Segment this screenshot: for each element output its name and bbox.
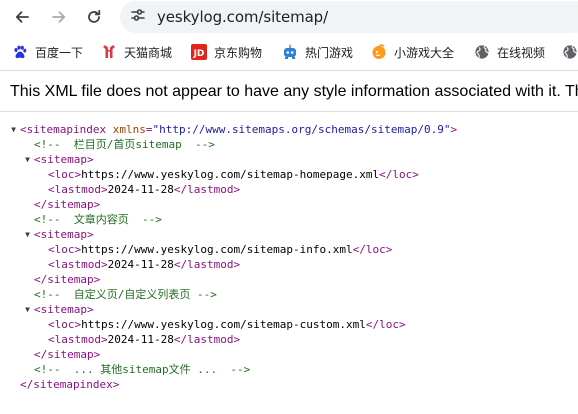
- bookmark-hot-games[interactable]: 热门游戏: [282, 41, 353, 63]
- forward-button[interactable]: [47, 5, 71, 29]
- bookmark-mini-games[interactable]: 小游戏大全: [371, 41, 454, 63]
- xml-comment: <!-- 栏目页/首页sitemap -->: [34, 138, 215, 151]
- site-info-button[interactable]: [128, 7, 148, 27]
- bookmark-label: 百度一下: [35, 45, 84, 60]
- collapse-toggle-sitemap[interactable]: ▼: [23, 227, 32, 242]
- xml-loc-line: <loc>https://www.yeskylog.com/sitemap-in…: [48, 243, 393, 256]
- collapse-toggle-sitemap[interactable]: ▼: [23, 152, 32, 167]
- xml-loc-line: <loc>https://www.yeskylog.com/sitemap-cu…: [48, 318, 406, 331]
- globe-icon: [474, 44, 490, 60]
- svg-text:JD: JD: [193, 49, 205, 59]
- bookmark-tmall[interactable]: 天猫商城: [101, 41, 172, 63]
- tune-icon: [130, 7, 146, 27]
- url-path: /sitemap/: [258, 8, 329, 26]
- jd-icon: JD: [191, 44, 207, 60]
- bookmark-jd[interactable]: JD 京东购物: [191, 41, 262, 63]
- bookmark-label: 热门游戏: [305, 45, 354, 60]
- bookmark-label: 在线视频: [497, 45, 546, 60]
- globe-icon: [562, 44, 578, 60]
- xml-loc-line: <loc>https://www.yeskylog.com/sitemap-ho…: [48, 168, 419, 181]
- browser-toolbar: yeskylog.com/sitemap/: [0, 0, 578, 34]
- reload-button[interactable]: [82, 5, 106, 29]
- game-robot-icon: [282, 44, 298, 60]
- back-arrow-icon: [14, 9, 30, 25]
- xml-style-notice: This XML file does not appear to have an…: [0, 71, 578, 112]
- xml-comment: <!-- ... 其他sitemap文件 ... -->: [34, 363, 251, 376]
- xml-sitemap-open: <sitemap>: [34, 228, 94, 241]
- url-text[interactable]: yeskylog.com/sitemap/: [157, 7, 328, 27]
- collapse-toggle-sitemap[interactable]: ▼: [23, 302, 32, 317]
- xml-sitemap-open: <sitemap>: [34, 153, 94, 166]
- collapse-toggle-sitemapindex[interactable]: ▼: [9, 122, 18, 137]
- xml-lastmod-line: <lastmod>2024-11-28</lastmod>: [48, 333, 241, 346]
- xml-lastmod-line: <lastmod>2024-11-28</lastmod>: [48, 258, 241, 271]
- xml-sitemap-close: </sitemap>: [34, 348, 101, 361]
- bookmark-online-video[interactable]: 在线视频: [474, 41, 545, 63]
- forward-arrow-icon: [51, 9, 67, 25]
- bookmark-label: 天猫商城: [124, 45, 173, 60]
- xml-root-open-line: <sitemapindex xmlns="http://www.sitemaps…: [20, 123, 458, 136]
- mini-game-icon: [371, 44, 387, 60]
- tmall-icon: [101, 44, 117, 60]
- baidu-paw-icon: [12, 44, 28, 60]
- xml-sitemap-close: </sitemap>: [34, 198, 101, 211]
- xml-comment: <!-- 文章内容页 -->: [34, 213, 162, 226]
- xml-lastmod-line: <lastmod>2024-11-28</lastmod>: [48, 183, 241, 196]
- bookmark-baidu[interactable]: 百度一下: [12, 41, 83, 63]
- xml-sitemap-open: <sitemap>: [34, 303, 94, 316]
- xml-sitemap-close: </sitemap>: [34, 273, 101, 286]
- bookmarks-bar: 百度一下 天猫商城 JD 京东购物 热门游戏 小游戏大全 在线视频: [0, 36, 578, 68]
- reload-icon: [86, 9, 102, 25]
- xml-comment: <!-- 自定义页/自定义列表页 -->: [34, 288, 217, 301]
- bookmark-label: 小游戏大全: [394, 45, 455, 60]
- bookmark-label: 京东购物: [214, 45, 263, 60]
- address-bar[interactable]: yeskylog.com/sitemap/: [120, 1, 578, 33]
- xml-notice-text: This XML file does not appear to have an…: [10, 83, 578, 100]
- xml-root-close: </sitemapindex>: [20, 378, 120, 391]
- url-host: yeskylog.com: [157, 8, 259, 26]
- bookmark-overflow[interactable]: [562, 41, 578, 63]
- back-button[interactable]: [10, 5, 34, 29]
